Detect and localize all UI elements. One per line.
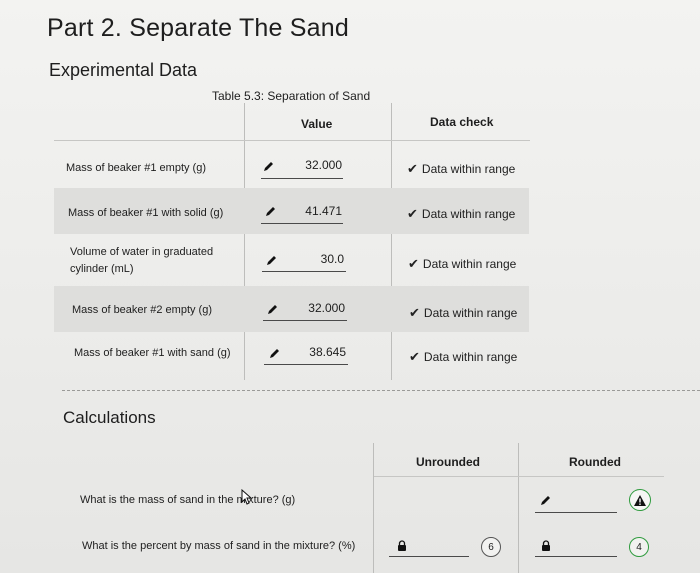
unrounded-answer-underline[interactable] xyxy=(389,556,469,557)
checkmark-icon: ✔ xyxy=(409,305,420,320)
value-underline xyxy=(262,271,346,272)
page: Part 2. Separate The Sand Experimental D… xyxy=(0,0,700,573)
pencil-icon[interactable] xyxy=(540,494,552,506)
mouse-cursor-icon xyxy=(241,489,253,505)
rounded-answer-underline[interactable] xyxy=(535,512,617,513)
calculations-heading: Calculations xyxy=(63,408,156,427)
data-check-column-header: Data check xyxy=(430,115,494,129)
value-beaker1-sand[interactable]: 38.645 xyxy=(286,345,346,359)
data-check-text: Data within range xyxy=(423,306,518,320)
pencil-icon[interactable] xyxy=(269,347,281,359)
warning-triangle-icon xyxy=(634,494,646,506)
data-check-status: ✔ Data within range xyxy=(407,161,515,177)
data-check-text: Data within range xyxy=(423,350,518,364)
row-label-beaker2-empty: Mass of beaker #2 empty (g) xyxy=(72,304,213,316)
header-divider xyxy=(54,140,530,141)
question-mass-of-sand: What is the mass of sand in the mixture?… xyxy=(80,494,296,506)
data-check-text: Data within range xyxy=(422,257,517,271)
lock-icon xyxy=(542,540,550,551)
section-divider xyxy=(62,390,700,391)
value-underline xyxy=(261,178,343,179)
rounded-column-divider xyxy=(518,443,519,573)
data-check-status: ✔ Data within range xyxy=(407,206,515,222)
data-check-status: ✔ Data within range xyxy=(409,305,517,321)
checkmark-icon: ✔ xyxy=(408,256,419,271)
warning-icon[interactable]: ! xyxy=(629,489,651,511)
lock-icon xyxy=(398,540,406,551)
pencil-icon[interactable] xyxy=(263,160,275,172)
data-check-status: ✔ Data within range xyxy=(409,349,517,365)
data-check-text: Data within range xyxy=(421,207,516,221)
value-beaker1-solid[interactable]: 41.471 xyxy=(282,204,342,218)
rounded-column-header: Rounded xyxy=(569,455,621,469)
value-water-volume[interactable]: 30.0 xyxy=(284,252,344,266)
value-underline xyxy=(261,223,343,224)
checkmark-icon: ✔ xyxy=(409,349,420,364)
part-title: Part 2. Separate The Sand xyxy=(47,14,349,42)
question-percent-sand: What is the percent by mass of sand in t… xyxy=(82,540,356,552)
row-label-beaker1-solid: Mass of beaker #1 with solid (g) xyxy=(68,207,224,219)
pencil-icon[interactable] xyxy=(267,303,279,315)
value-beaker2-empty[interactable]: 32.000 xyxy=(285,301,345,315)
value-underline xyxy=(264,364,348,365)
pencil-icon[interactable] xyxy=(266,254,278,266)
data-check-status: ✔ Data within range xyxy=(408,256,516,272)
experimental-data-heading: Experimental Data xyxy=(49,60,198,80)
data-check-text: Data within range xyxy=(421,162,516,176)
calc-header-divider xyxy=(374,476,664,477)
row-label-beaker1-sand: Mass of beaker #1 with sand (g) xyxy=(74,347,231,359)
check-column-divider xyxy=(391,103,392,380)
row-label-water-volume: Volume of water in graduated cylinder (m… xyxy=(70,246,214,275)
pencil-icon[interactable] xyxy=(265,205,277,217)
value-underline xyxy=(263,320,347,321)
value-beaker1-empty[interactable]: 32.000 xyxy=(282,158,342,172)
attempts-badge: 4 xyxy=(629,537,649,557)
unrounded-column-header: Unrounded xyxy=(416,455,480,469)
row-label-beaker1-empty: Mass of beaker #1 empty (g) xyxy=(66,162,207,174)
rounded-answer-underline[interactable] xyxy=(535,556,617,557)
attempts-badge: 6 xyxy=(481,537,501,557)
checkmark-icon: ✔ xyxy=(407,206,418,221)
unrounded-column-divider xyxy=(373,443,374,573)
value-column-header: Value xyxy=(301,117,333,131)
table-caption: Table 5.3: Separation of Sand xyxy=(212,89,371,103)
checkmark-icon: ✔ xyxy=(407,161,418,176)
value-column-divider xyxy=(244,103,245,380)
